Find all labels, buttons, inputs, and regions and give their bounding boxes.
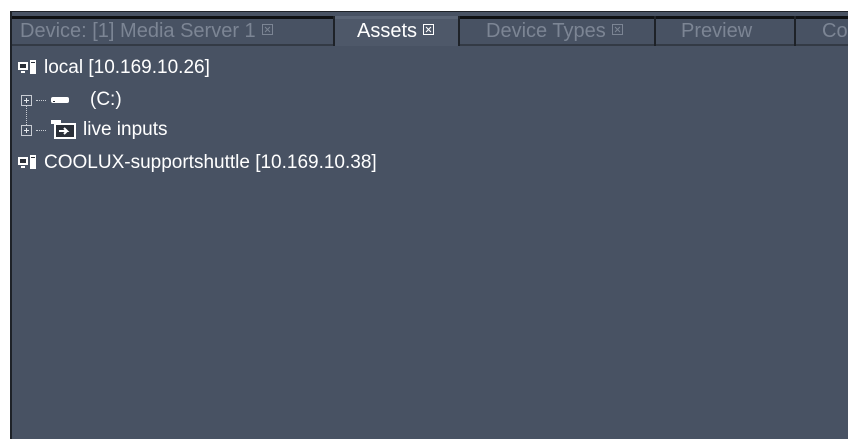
expand-icon[interactable] [21,124,32,136]
assets-panel: Device: [1] Media Server 1 Assets Device… [10,11,848,439]
tab-co[interactable]: Co [796,16,848,46]
tree-node-label: live inputs [83,119,168,140]
tree-node-label: local [10.169.10.26] [44,57,210,78]
tree-node-live-inputs[interactable]: live inputs [21,116,168,144]
tree-node-coolux[interactable]: COOLUX-supportshuttle [10.169.10.38] [18,149,377,177]
tree-connector [36,129,46,131]
tab-label: Device: [1] Media Server 1 [20,20,256,42]
computer-icon [18,60,36,74]
expand-icon[interactable] [21,94,32,106]
tab-device-media-server[interactable]: Device: [1] Media Server 1 [12,16,333,46]
tab-assets[interactable]: Assets [335,16,458,46]
tab-device-types[interactable]: Device Types [460,16,654,46]
close-icon[interactable] [261,24,273,36]
close-icon[interactable] [611,24,623,36]
asset-tree: local [10.169.10.26] (C:) live inputs CO… [12,52,848,439]
tab-label: Preview [681,20,753,42]
tree-node-local[interactable]: local [10.169.10.26] [18,54,210,82]
tree-connector [36,99,46,101]
tab-preview[interactable]: Preview [656,16,794,46]
tab-bar: Device: [1] Media Server 1 Assets Device… [12,12,848,46]
drive-icon [51,97,69,103]
tab-label: Device Types [486,20,606,42]
tab-label: Assets [357,20,418,42]
tree-node-label: (C:) [90,89,122,110]
tree-node-label: COOLUX-supportshuttle [10.169.10.38] [44,152,377,173]
computer-icon [18,155,36,169]
tab-label: Co [822,20,848,42]
close-icon[interactable] [423,24,435,36]
tree-node-drive[interactable]: (C:) [21,86,122,114]
live-input-icon [51,120,76,139]
